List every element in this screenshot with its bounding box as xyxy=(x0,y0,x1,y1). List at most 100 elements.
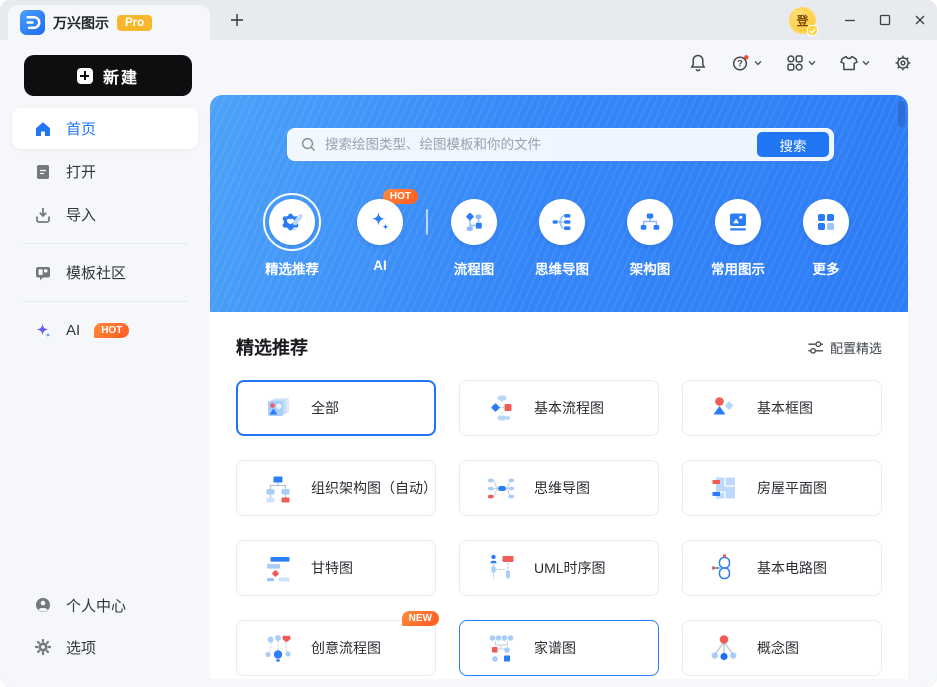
settings-icon xyxy=(893,53,913,73)
gear-icon xyxy=(34,638,52,656)
category-architecture[interactable]: 架构图 xyxy=(606,199,694,278)
nav-label: 模板社区 xyxy=(66,262,126,283)
section-title: 精选推荐 xyxy=(236,334,308,360)
apps-icon xyxy=(785,53,805,73)
sidebar-item-open[interactable]: 打开 xyxy=(12,151,198,192)
more-grid-icon xyxy=(814,210,838,234)
divider xyxy=(426,209,428,235)
category-row: 精选推荐 HOT AI xyxy=(210,199,908,278)
minimize-button[interactable] xyxy=(832,0,867,40)
mindmap-card-icon xyxy=(486,473,516,503)
scrollbar-thumb[interactable] xyxy=(898,101,905,127)
template-card-creative-flowchart[interactable]: NEW 创意流程图 xyxy=(236,620,436,676)
card-label: 思维导图 xyxy=(534,478,590,498)
template-card-family-tree[interactable]: 家谱图 xyxy=(459,620,659,676)
app-title: 万兴图示 xyxy=(53,13,109,33)
community-icon xyxy=(34,264,52,282)
import-icon xyxy=(34,206,52,224)
sidebar-item-home[interactable]: 首页 xyxy=(12,108,198,149)
all-templates-icon xyxy=(263,393,293,423)
new-tab-button[interactable] xyxy=(220,3,254,37)
nav-label: 首页 xyxy=(66,118,96,139)
template-card-all[interactable]: 全部 xyxy=(236,380,436,436)
featured-badge-icon xyxy=(280,210,304,234)
close-icon xyxy=(913,13,927,27)
template-card-concept-map[interactable]: 概念图 xyxy=(682,620,882,676)
template-card-basic-flowchart[interactable]: 基本流程图 xyxy=(459,380,659,436)
user-avatar[interactable]: 登 xyxy=(789,7,816,34)
sidebar-nav: 首页 打开 导入 xyxy=(12,108,198,353)
top-toolbar: ? xyxy=(688,53,913,73)
maximize-button[interactable] xyxy=(867,0,902,40)
category-label: 常用图示 xyxy=(711,258,765,278)
category-ai[interactable]: HOT AI xyxy=(336,199,424,278)
sidebar-item-profile[interactable]: 个人中心 xyxy=(12,585,198,625)
category-common-diagrams[interactable]: 常用图示 xyxy=(694,199,782,278)
help-icon: ? xyxy=(731,53,751,73)
sidebar-item-options[interactable]: 选项 xyxy=(12,627,198,667)
hero-banner: 搜索 xyxy=(210,95,908,312)
template-card-uml-sequence[interactable]: UML时序图 xyxy=(459,540,659,596)
search-input[interactable] xyxy=(325,137,757,152)
plus-icon xyxy=(229,12,245,28)
apps-button[interactable] xyxy=(785,53,816,73)
template-card-floor-plan[interactable]: 房屋平面图 xyxy=(682,460,882,516)
sidebar-item-ai[interactable]: AI HOT xyxy=(12,310,198,351)
notification-dot xyxy=(744,55,748,59)
app-body: ? xyxy=(0,40,937,687)
card-label: 全部 xyxy=(311,398,339,418)
sidebar-footer: 个人中心 选项 xyxy=(12,585,198,669)
sidebar-item-community[interactable]: 模板社区 xyxy=(12,252,198,293)
category-label: 更多 xyxy=(813,258,840,278)
tune-icon xyxy=(807,340,824,355)
card-label: 概念图 xyxy=(757,638,799,658)
template-card-basic-block[interactable]: 基本框图 xyxy=(682,380,882,436)
plus-icon xyxy=(77,68,93,84)
template-card-circuit[interactable]: 基本电路图 xyxy=(682,540,882,596)
template-card-org-auto[interactable]: 组织架构图（自动） xyxy=(236,460,436,516)
configure-featured-button[interactable]: 配置精选 xyxy=(807,338,882,357)
pro-badge: Pro xyxy=(117,15,152,31)
basic-flowchart-icon xyxy=(486,393,516,423)
chevron-down-icon xyxy=(754,60,762,66)
category-label: 精选推荐 xyxy=(265,258,319,278)
app-tab[interactable]: 万兴图示 Pro xyxy=(8,5,210,40)
uml-sequence-icon xyxy=(486,553,516,583)
search-button[interactable]: 搜索 xyxy=(757,132,829,157)
sidebar-item-import[interactable]: 导入 xyxy=(12,194,198,235)
settings-button[interactable] xyxy=(893,53,913,73)
category-label: 思维导图 xyxy=(535,258,589,278)
nav-label: AI xyxy=(66,322,80,339)
ai-sparkle-icon xyxy=(34,322,52,340)
template-card-mindmap[interactable]: 思维导图 xyxy=(459,460,659,516)
template-card-gantt[interactable]: 甘特图 xyxy=(236,540,436,596)
nav-label: 导入 xyxy=(66,204,96,225)
minimize-icon xyxy=(843,13,857,27)
category-label: AI xyxy=(373,258,387,273)
org-auto-icon xyxy=(263,473,293,503)
skin-button[interactable] xyxy=(839,53,870,73)
category-more[interactable]: 更多 xyxy=(782,199,870,278)
new-badge: NEW xyxy=(402,611,439,626)
gallery-icon xyxy=(726,210,750,234)
app-window: 万兴图示 Pro 登 xyxy=(0,0,937,687)
new-document-button[interactable]: 新建 xyxy=(24,55,192,96)
notifications-button[interactable] xyxy=(688,53,708,73)
skin-icon xyxy=(839,53,859,73)
tabbar-right: 登 xyxy=(789,0,937,40)
help-button[interactable]: ? xyxy=(731,53,762,73)
bell-icon xyxy=(688,53,708,73)
flowchart-icon xyxy=(462,210,486,234)
main-content: 搜索 xyxy=(210,95,908,679)
search-bar: 搜索 xyxy=(287,128,834,161)
app-logo-icon xyxy=(20,10,45,35)
divider xyxy=(22,243,188,244)
vip-badge-icon xyxy=(807,25,818,36)
category-flowchart[interactable]: 流程图 xyxy=(430,199,518,278)
category-featured[interactable]: 精选推荐 xyxy=(248,199,336,278)
search-icon xyxy=(300,136,317,153)
close-button[interactable] xyxy=(902,0,937,40)
chevron-down-icon xyxy=(862,60,870,66)
nav-label: 个人中心 xyxy=(66,595,126,616)
category-mindmap[interactable]: 思维导图 xyxy=(518,199,606,278)
